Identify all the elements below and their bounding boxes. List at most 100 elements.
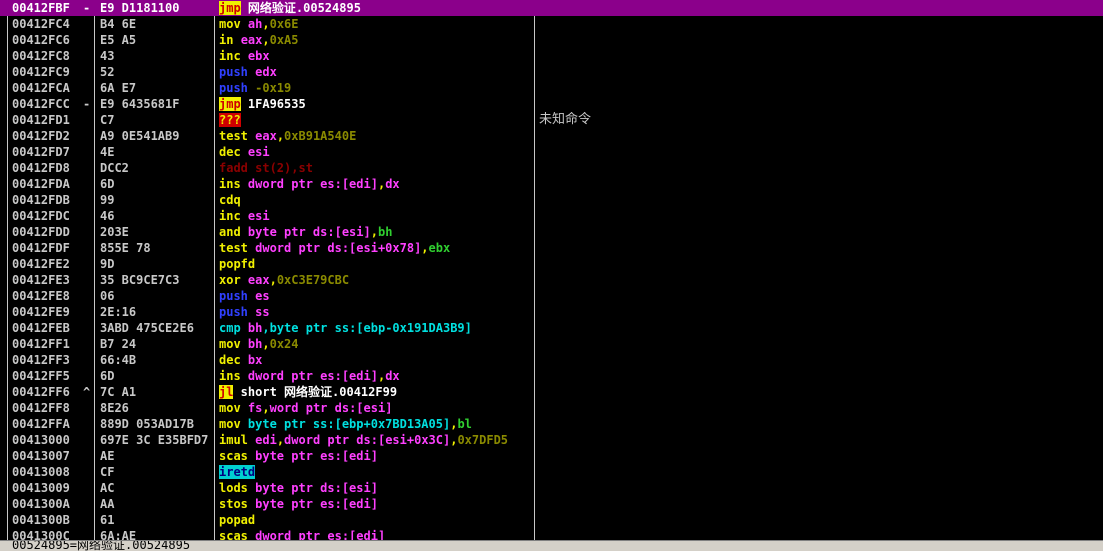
comment-cell <box>539 0 1099 16</box>
instruction-token: es <box>255 289 270 303</box>
instruction-row[interactable]: 0041300A AA stos byte ptr es:[edi] <box>0 496 1103 512</box>
status-bar: 00524895=网络验证.00524895 <box>0 540 1103 551</box>
instruction-row[interactable]: 00412FF8 8E26 mov fs,word ptr ds:[esi] <box>0 400 1103 416</box>
comment-cell <box>539 192 1099 208</box>
instruction-token: , <box>269 273 277 287</box>
instruction-token: eax <box>255 129 277 143</box>
comment-cell <box>539 160 1099 176</box>
instruction-row[interactable]: 00412FF5 6D ins dword ptr es:[edi],dx <box>0 368 1103 384</box>
instruction-token: 0x24 <box>269 337 299 351</box>
jump-marker <box>83 496 93 512</box>
disassembly-cell: jmp 网络验证.00524895 <box>219 0 532 16</box>
instruction-row[interactable]: 0041300C 6A:AE scas dword ptr es:[edi] <box>0 528 1103 540</box>
comment-cell <box>539 96 1099 112</box>
comment-cell <box>539 384 1099 400</box>
address-cell: 0041300B <box>12 513 70 527</box>
comment-cell <box>539 528 1099 540</box>
instruction-row[interactable]: 00412FE3 35 BC9CE7C3 xor eax,0xC3E79CBC <box>0 272 1103 288</box>
comment-cell <box>539 144 1099 160</box>
instruction-token: bl <box>457 417 472 431</box>
instruction-token: 0xB91A540E <box>284 129 357 143</box>
hex-bytes-cell: 203E <box>100 225 129 239</box>
instruction-row[interactable]: 00412FC6 E5 A5 in eax,0xA5 <box>0 32 1103 48</box>
instruction-row[interactable]: 00412FC4 B4 6E mov ah,0x6E <box>0 16 1103 32</box>
instruction-row[interactable]: 00412FDF 855E 78 test dword ptr ds:[esi+0x… <box>0 240 1103 256</box>
disassembly-cell: mov fs,word ptr ds:[esi] <box>219 400 532 416</box>
instruction-token: ebx <box>428 241 451 255</box>
instruction-row[interactable]: 00412FC8 43 inc ebx <box>0 48 1103 64</box>
instruction-token: edi <box>255 433 277 447</box>
hex-bytes-cell: 61 <box>100 513 115 527</box>
instruction-token: byte ptr es:[edi] <box>255 449 378 463</box>
disassembly-pane[interactable]: 00412FBF - E9 D1181100 jmp 网络验证.00524895 004… <box>0 0 1103 540</box>
instruction-token: dword ptr es:[edi] <box>255 529 386 540</box>
instruction-row[interactable]: 00412FDC 46 inc esi <box>0 208 1103 224</box>
instruction-row[interactable]: 00413000 697E 3C E35BFD7 imul edi,dword pt… <box>0 432 1103 448</box>
instruction-token: bx <box>247 353 263 367</box>
instruction-row[interactable]: 00413007 AE scas byte ptr es:[edi] <box>0 448 1103 464</box>
instruction-row[interactable]: 00412FC9 52 push edx <box>0 64 1103 80</box>
hex-bytes-cell: 35 BC9CE7C3 <box>100 273 180 287</box>
instruction-row[interactable]: 00412FF6 ^ 7C A1 jl short 网络验证.00412F99 <box>0 384 1103 400</box>
address-cell: 00412FE8 <box>12 289 70 303</box>
comment-cell <box>539 272 1099 288</box>
instruction-row[interactable]: 00412FD8 DCC2 fadd st(2),st <box>0 160 1103 176</box>
disassembly-cell: test eax,0xB91A540E <box>219 128 532 144</box>
comment-cell <box>539 256 1099 272</box>
instruction-row[interactable]: 00412FDD 203E and byte ptr ds:[esi],bh <box>0 224 1103 240</box>
instruction-row[interactable]: 00412FE2 9D popfd <box>0 256 1103 272</box>
hex-bytes-cell: AA <box>100 497 115 511</box>
instruction-token: push <box>219 289 256 303</box>
instruction-token: bh <box>247 337 263 351</box>
instruction-token: mov <box>219 17 248 31</box>
hex-bytes-cell: CF <box>100 465 115 479</box>
instruction-row[interactable]: 00413009 AC lods byte ptr ds:[esi] <box>0 480 1103 496</box>
instruction-row[interactable]: 00412FDB 99 cdq <box>0 192 1103 208</box>
instruction-row[interactable]: 00412FD7 4E dec esi <box>0 144 1103 160</box>
address-cell: 00412FE3 <box>12 273 70 287</box>
address-cell: 00412FDA <box>12 177 70 191</box>
instruction-row[interactable]: 00412FDA 6D ins dword ptr es:[edi],dx <box>0 176 1103 192</box>
instruction-token: cdq <box>219 193 241 207</box>
jump-marker <box>83 112 93 128</box>
instruction-row[interactable]: 00412FD2 A9 0E541AB9 test eax,0xB91A540E <box>0 128 1103 144</box>
instruction-row[interactable]: 00412FCA 6A E7 push -0x19 <box>0 80 1103 96</box>
instruction-row[interactable]: 00412FEB 3ABD 475CE2E6 cmp bh,byte ptr ss:… <box>0 320 1103 336</box>
instruction-row[interactable]: 00413008 CF iretd <box>0 464 1103 480</box>
instruction-row[interactable]: 0041300B 61 popad <box>0 512 1103 528</box>
instruction-token: 0x7DFD5 <box>457 433 509 447</box>
instruction-token: test <box>219 241 256 255</box>
instruction-row[interactable]: 00412FE9 2E:16 push ss <box>0 304 1103 320</box>
hex-bytes-cell: AC <box>100 481 115 495</box>
instruction-row[interactable]: 00412FF3 66:4B dec bx <box>0 352 1103 368</box>
jump-marker <box>83 192 93 208</box>
comment-cell <box>539 64 1099 80</box>
jump-marker <box>83 64 93 80</box>
instruction-token: esi <box>247 209 270 223</box>
instruction-row[interactable]: 00412FF1 B7 24 mov bh,0x24 <box>0 336 1103 352</box>
hex-bytes-cell: E9 6435681F <box>100 97 180 111</box>
comment-cell <box>539 16 1099 32</box>
selected-instruction-row[interactable]: 00412FBF - E9 D1181100 jmp 网络验证.00524895 <box>0 0 1103 16</box>
instruction-token: 1FA96535 <box>240 97 306 111</box>
instruction-token: , <box>262 401 270 415</box>
instruction-token: -0x19 <box>255 81 292 95</box>
instruction-row[interactable]: 00412FE8 06 push es <box>0 288 1103 304</box>
instruction-token: 0xC3E79CBC <box>276 273 350 287</box>
address-cell: 00412FCC <box>12 97 70 111</box>
instruction-token: fs <box>247 401 263 415</box>
instruction-token: 0x6E <box>269 17 299 31</box>
address-cell: 00413008 <box>12 465 70 479</box>
instruction-token: byte ptr es:[edi] <box>255 497 378 511</box>
instruction-token: fadd st(2),st <box>219 161 313 175</box>
address-cell: 00412FBF <box>12 1 70 15</box>
instruction-token: , <box>262 337 270 351</box>
disassembly-cell: popad <box>219 512 532 528</box>
instruction-row[interactable]: 00412FD1 C7??? 未知命令 <box>0 112 1103 128</box>
comment-cell <box>539 288 1099 304</box>
instruction-token: push <box>219 65 256 79</box>
instruction-row[interactable]: 00412FFA 889D 053AD17B mov byte ptr ss:[eb… <box>0 416 1103 432</box>
instruction-token: byte ptr ss:[ebp-0x191DA3B9] <box>269 321 472 335</box>
instruction-token: byte ptr ss:[ebp+0x7BD13A05] <box>247 417 451 431</box>
instruction-row[interactable]: 00412FCC - E9 6435681F jmp 1FA96535 <box>0 96 1103 112</box>
